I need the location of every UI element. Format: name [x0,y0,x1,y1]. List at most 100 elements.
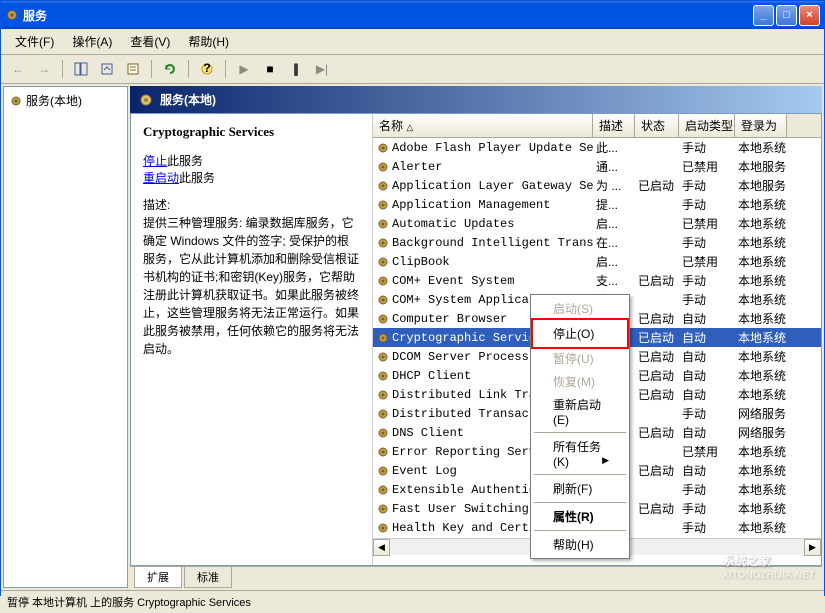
panel-title: 服务(本地) [160,91,216,108]
ctx-properties[interactable]: 属性(R) [533,505,627,528]
service-startup: 手动 [679,139,735,156]
service-name: Application Layer Gateway Service [392,179,593,193]
scroll-right-button[interactable]: ▶ [804,539,821,556]
list-header: 名称 △ 描述 状态 启动类型 登录为 [373,114,821,138]
service-row[interactable]: Alerter通...已禁用本地服务 [373,157,821,176]
service-name: ClipBook [392,255,450,269]
service-desc: 此... [593,139,635,156]
column-startup-type[interactable]: 启动类型 [679,114,735,137]
scroll-left-button[interactable]: ◀ [373,539,390,556]
gear-icon [376,217,390,231]
ctx-stop[interactable]: 停止(O) [531,318,629,349]
service-desc: 在... [593,234,635,251]
service-startup: 手动 [679,177,735,194]
service-name: Background Intelligent Transfer ... [392,236,593,250]
gear-icon [376,464,390,478]
gear-icon [376,312,390,326]
service-status: 已启动 [635,367,679,384]
media-stop-button[interactable]: ■ [259,58,281,80]
app-icon [5,8,19,22]
service-row[interactable]: ClipBook启...已禁用本地系统 [373,252,821,271]
media-next-button: ▶| [311,58,333,80]
service-desc: 为 ... [593,177,635,194]
service-login: 本地系统 [735,481,787,498]
service-login: 本地系统 [735,462,787,479]
minimize-button[interactable]: _ [753,5,774,26]
gear-icon [376,369,390,383]
ctx-pause: 暂停(U) [533,347,627,370]
menu-help[interactable]: 帮助(H) [180,31,237,52]
service-row[interactable]: Adobe Flash Player Update Service此...手动本… [373,138,821,157]
ctx-resume: 恢复(M) [533,370,627,393]
service-login: 网络服务 [735,424,787,441]
service-name: Application Management [392,198,550,212]
window-title: 服务 [23,7,751,24]
tab-standard[interactable]: 标准 [184,567,232,588]
close-button[interactable]: × [799,5,820,26]
service-status: 已启动 [635,462,679,479]
service-login: 本地系统 [735,215,787,232]
service-name: Automatic Updates [392,217,514,231]
service-startup: 手动 [679,405,735,422]
service-login: 本地系统 [735,348,787,365]
service-startup: 手动 [679,196,735,213]
menu-file[interactable]: 文件(F) [7,31,62,52]
gear-icon [376,483,390,497]
service-row[interactable]: Application Management提...手动本地系统 [373,195,821,214]
menu-view[interactable]: 查看(V) [122,31,178,52]
show-hide-icon[interactable] [70,58,92,80]
properties-icon[interactable] [122,58,144,80]
column-description[interactable]: 描述 [593,114,635,137]
service-startup: 手动 [679,272,735,289]
gear-icon [376,426,390,440]
column-status[interactable]: 状态 [635,114,679,137]
service-startup: 手动 [679,234,735,251]
tree-item-services-local[interactable]: 服务(本地) [8,91,123,110]
tab-extended[interactable]: 扩展 [134,567,182,588]
svg-text:?: ? [203,62,210,75]
service-startup: 已禁用 [679,215,735,232]
refresh-icon[interactable] [159,58,181,80]
help-icon[interactable]: ? [196,58,218,80]
gear-icon [376,445,390,459]
context-menu: 启动(S) 停止(O) 暂停(U) 恢复(M) 重新启动(E) 所有任务(K) … [530,294,630,559]
service-startup: 手动 [679,500,735,517]
service-login: 本地系统 [735,519,787,536]
service-startup: 已禁用 [679,253,735,270]
info-panel: Cryptographic Services 停止此服务 重启动此服务 描述: … [131,114,373,565]
service-login: 本地系统 [735,329,787,346]
service-desc: 启... [593,215,635,232]
gear-icon [376,236,390,250]
ctx-help[interactable]: 帮助(H) [533,533,627,556]
gear-icon [376,502,390,516]
service-status: 已启动 [635,348,679,365]
ctx-all-tasks[interactable]: 所有任务(K) [533,435,627,472]
column-name[interactable]: 名称 △ [373,114,593,137]
service-row[interactable]: Application Layer Gateway Service为 ...已启… [373,176,821,195]
ctx-start: 启动(S) [533,297,627,320]
service-startup: 自动 [679,329,735,346]
media-pause-button[interactable]: ∥ [285,58,307,80]
service-startup: 自动 [679,310,735,327]
gear-icon [376,141,390,155]
ctx-restart[interactable]: 重新启动(E) [533,393,627,430]
maximize-button[interactable]: □ [776,5,797,26]
service-row[interactable]: Automatic Updates 启... 已禁用本地系统 [373,214,821,233]
service-startup: 手动 [679,519,735,536]
gear-icon [376,179,390,193]
restart-service-link[interactable]: 重启动 [143,171,179,185]
gear-icon [376,331,390,345]
service-status: 已启动 [635,329,679,346]
service-row[interactable]: COM+ Event System支...已启动手动本地系统 [373,271,821,290]
service-login: 本地系统 [735,272,787,289]
export-list-icon[interactable] [96,58,118,80]
service-row[interactable]: Background Intelligent Transfer ...在... 手… [373,233,821,252]
selected-service-name: Cryptographic Services [143,124,360,140]
column-logon-as[interactable]: 登录为 [735,114,787,137]
service-startup: 已禁用 [679,158,735,175]
service-name: Cryptographic Services [392,331,550,345]
menu-action[interactable]: 操作(A) [64,31,120,52]
service-login: 本地系统 [735,500,787,517]
stop-service-link[interactable]: 停止 [143,154,167,168]
ctx-refresh[interactable]: 刷新(F) [533,477,627,500]
